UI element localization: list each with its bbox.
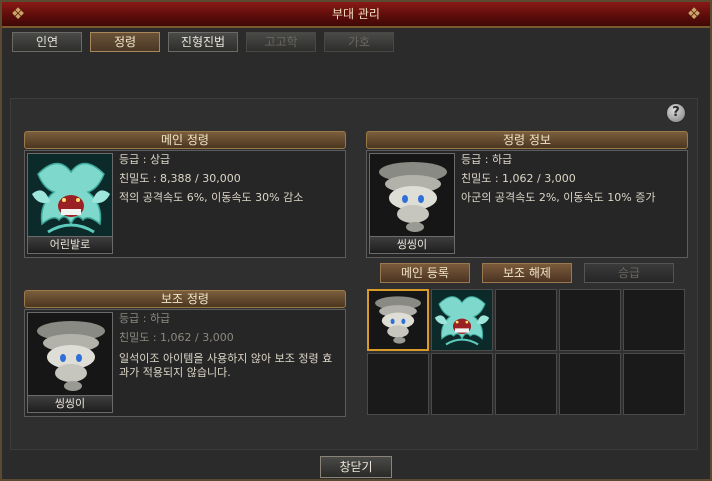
- white-tornado-icon: [369, 291, 427, 349]
- white-tornado-icon: [28, 313, 113, 398]
- title-bar[interactable]: ❖ 부대 관리 ❖: [2, 2, 710, 28]
- inventory-slot[interactable]: [559, 353, 621, 415]
- spirit-info-effect: 아군의 공격속도 2%, 이동속도 10% 증가: [461, 191, 656, 204]
- sub-spirit-header: 보조 정령: [24, 290, 346, 308]
- spirit-info-header: 정령 정보: [366, 131, 688, 149]
- spirit-info-portrait[interactable]: [369, 153, 455, 239]
- sub-spirit-notice: 일석이조 아이템을 사용하지 않아 보조 정령 효과가 적용되지 않습니다.: [119, 352, 333, 379]
- ornament-left-icon: ❖: [10, 4, 26, 23]
- window-title: 부대 관리: [332, 7, 380, 21]
- main-spirit-intimacy: 친밀도 : 8,388 / 30,000: [119, 172, 241, 185]
- inventory-slot[interactable]: [431, 289, 493, 351]
- tab-bar: 인연 정령 진형진법 고고학 가호: [12, 32, 394, 54]
- close-window-button[interactable]: 창닫기: [320, 456, 392, 478]
- main-spirit-header: 메인 정령: [24, 131, 346, 149]
- tab-bond[interactable]: 인연: [12, 32, 82, 52]
- main-spirit-portrait[interactable]: [27, 153, 113, 239]
- release-sub-button[interactable]: 보조 해제: [482, 263, 572, 283]
- main-spirit-info: 등급 : 상급 친밀도 : 8,388 / 30,000 적의 공격속도 6%,…: [119, 150, 303, 207]
- main-spirit-grade: 등급 : 상급: [119, 153, 171, 166]
- teal-dragon-icon: [28, 154, 113, 239]
- main-spirit-effect: 적의 공격속도 6%, 이동속도 30% 감소: [119, 191, 304, 204]
- sub-spirit-intimacy: 친밀도 : 1,062 / 3,000: [119, 331, 234, 344]
- spirit-inventory-grid: [367, 289, 685, 415]
- ornament-right-icon: ❖: [686, 4, 702, 23]
- white-tornado-icon: [370, 154, 455, 239]
- inventory-slot[interactable]: [623, 289, 685, 351]
- main-spirit-name: 어린발로: [27, 236, 113, 254]
- sub-spirit-portrait[interactable]: [27, 312, 113, 398]
- register-main-button[interactable]: 메인 등록: [380, 263, 470, 283]
- inventory-slot[interactable]: [367, 353, 429, 415]
- sub-spirit-notice-box: 일석이조 아이템을 사용하지 않아 보조 정령 효과가 적용되지 않습니다.: [119, 352, 341, 380]
- inventory-slot[interactable]: [431, 353, 493, 415]
- tab-blessing[interactable]: 가호: [324, 32, 394, 52]
- help-icon[interactable]: ?: [666, 103, 686, 123]
- spirit-info-name: 씽씽이: [369, 236, 455, 254]
- sub-spirit-grade: 등급 : 하급: [119, 312, 171, 325]
- teal-dragon-icon: [432, 290, 492, 350]
- spirit-info-grade: 등급 : 하급: [461, 153, 513, 166]
- tab-spirit[interactable]: 정령: [90, 32, 160, 52]
- spirit-info-intimacy: 친밀도 : 1,062 / 3,000: [461, 172, 576, 185]
- inventory-slot[interactable]: [559, 289, 621, 351]
- sub-spirit-name: 씽씽이: [27, 395, 113, 413]
- spirit-info-details: 등급 : 하급 친밀도 : 1,062 / 3,000 아군의 공격속도 2%,…: [461, 150, 655, 207]
- sub-spirit-info: 등급 : 하급 친밀도 : 1,062 / 3,000: [119, 309, 234, 347]
- inventory-slot[interactable]: [495, 353, 557, 415]
- inventory-slot[interactable]: [623, 353, 685, 415]
- promote-button[interactable]: 승급: [584, 263, 674, 283]
- inventory-slot[interactable]: [367, 289, 429, 351]
- tab-archaeology[interactable]: 고고학: [246, 32, 316, 52]
- tab-formation[interactable]: 진형진법: [168, 32, 238, 52]
- inventory-slot[interactable]: [495, 289, 557, 351]
